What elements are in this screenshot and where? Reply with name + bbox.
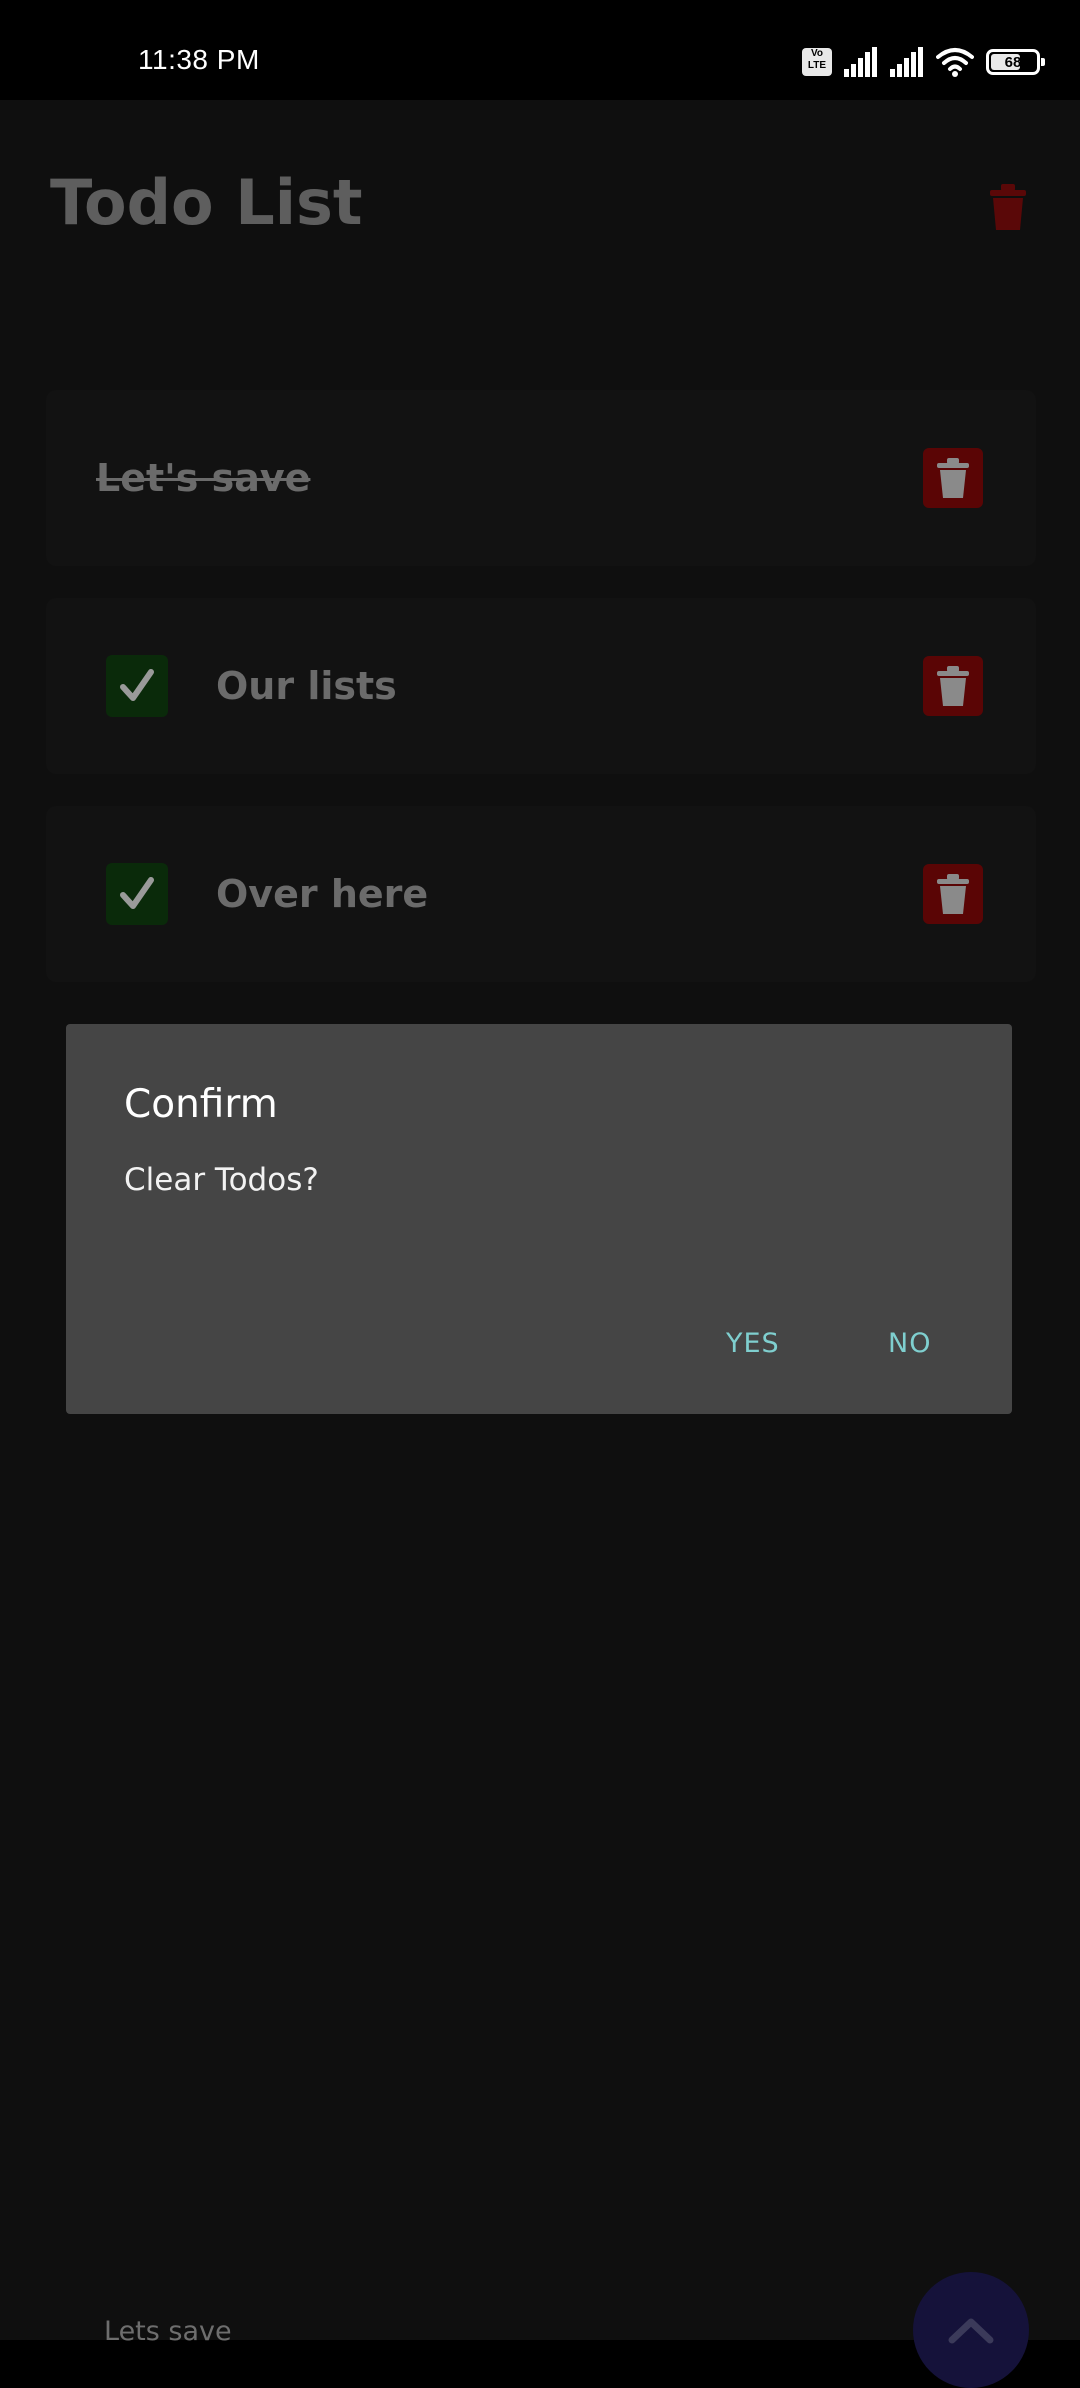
check-icon [120,877,154,909]
confirm-dialog: Confirm Clear Todos? YES NO [66,1024,1012,1414]
trash-icon [937,458,969,498]
todo-item[interactable]: Over here [46,806,1036,982]
todo-checkbox[interactable] [106,863,168,925]
clear-all-trash-icon[interactable] [986,180,1030,232]
battery-icon: 68 [986,49,1045,75]
dialog-title: Confirm [124,1082,278,1127]
todo-input[interactable]: Lets save [104,2316,232,2347]
fab-button[interactable] [913,2272,1029,2388]
dialog-message: Clear Todos? [124,1162,319,1198]
page-title: Todo List [50,166,363,239]
delete-todo-button[interactable] [923,656,983,716]
check-icon [120,669,154,701]
todo-checkbox[interactable] [106,655,168,717]
status-bar: 11:38 PM Vo LTE 68 [0,0,1080,100]
todo-item[interactable]: Let's save [46,390,1036,566]
delete-todo-button[interactable] [923,448,983,508]
todo-text: Our lists [216,664,397,708]
yes-button[interactable]: YES [726,1328,780,1359]
trash-icon [937,666,969,706]
trash-icon [937,874,969,914]
wifi-icon [936,48,974,77]
signal-icon [890,47,923,77]
status-icons: Vo LTE 68 [802,44,1045,80]
volte-icon: Vo LTE [802,48,832,76]
no-button[interactable]: NO [888,1328,931,1359]
signal-icon [844,47,877,77]
todo-text: Over here [216,872,429,916]
battery-level: 68 [1004,53,1022,71]
delete-todo-button[interactable] [923,864,983,924]
chevron-up-icon [948,2318,994,2344]
status-time: 11:38 PM [138,44,260,75]
todo-text: Let's save [96,456,311,500]
todo-item[interactable]: Our lists [46,598,1036,774]
